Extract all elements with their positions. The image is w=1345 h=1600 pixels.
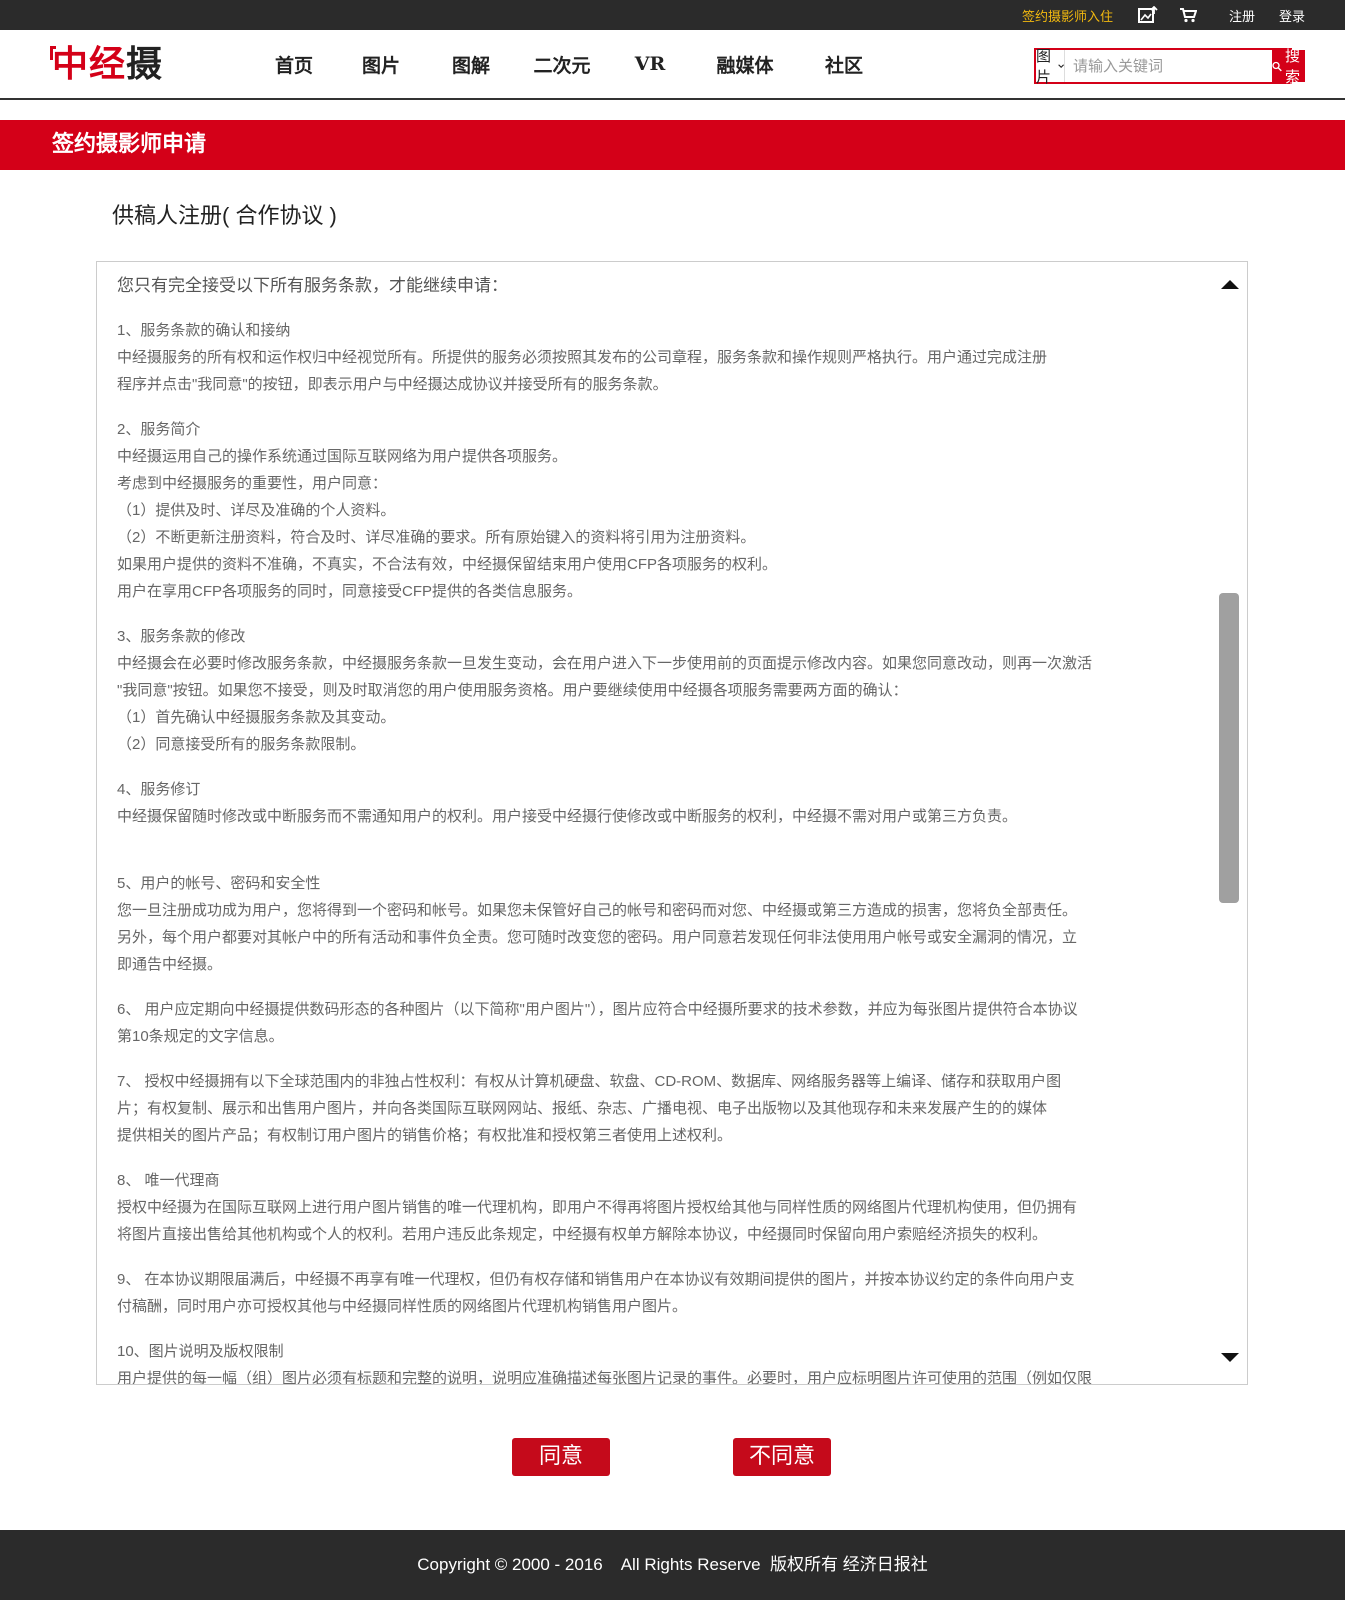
terms-line: （1）提供及时、详尽及准确的个人资料。 <box>117 502 396 519</box>
terms-section: 1、服务条款的确认和接纳 中经摄服务的所有权和运作权归中经视觉所有。所提供的服务… <box>117 317 1167 398</box>
terms-line: 另外，每个用户都要对其帐户中的所有活动和事件负全责。您可随时改变您的密码。用户同… <box>117 929 1078 946</box>
terms-heading: 10、图片说明及版权限制 <box>117 1343 284 1360</box>
terms-section: 10、图片说明及版权限制 用户提供的每一幅（组）图片必须有标题和完整的说明，说明… <box>117 1338 1167 1385</box>
search-category-label: 图片 <box>1036 48 1052 86</box>
terms-line: 中经摄服务的所有权和运作权归中经视觉所有。所提供的服务必须按照其发布的公司章程，… <box>117 349 1048 366</box>
main-nav: 首页 图片 图解 二次元 VR 融媒体 社区 <box>252 30 890 98</box>
nav-item-infographics[interactable]: 图解 <box>426 51 516 78</box>
terms-line: 提供相关的图片产品；有权制订用户图片的销售价格；有权批准和授权第三者使用上述权利… <box>117 1127 733 1144</box>
main-header: 中经摄 首页 图片 图解 二次元 VR 融媒体 社区 图片 搜索 <box>0 30 1345 100</box>
terms-line: （2）同意接受所有的服务条款限制。 <box>117 736 366 753</box>
terms-line: "我同意"按钮。如果您不接受，则及时取消您的用户使用服务资格。用户要继续使用中经… <box>117 682 908 699</box>
page-banner: 签约摄影师申请 <box>0 120 1345 170</box>
terms-line: 中经摄保留随时修改或中断服务而不需通知用户的权利。用户接受中经摄行使修改或中断服… <box>117 808 1018 825</box>
terms-heading: 1、服务条款的确认和接纳 <box>117 322 291 339</box>
terms-heading: 9、 在本协议期限届满后，中经摄不再享有唯一代理权，但仍有权存储和销售用户在本协… <box>117 1271 1075 1288</box>
search-input[interactable] <box>1065 50 1273 82</box>
terms-heading: 2、服务简介 <box>117 421 201 438</box>
terms-section: 7、 授权中经摄拥有以下全球范围内的非独占性权利：有权从计算机硬盘、软盘、CD-… <box>117 1068 1167 1149</box>
terms-section: 9、 在本协议期限届满后，中经摄不再享有唯一代理权，但仍有权存储和销售用户在本协… <box>117 1266 1167 1320</box>
nav-item-community[interactable]: 社区 <box>798 51 890 78</box>
nav-item-media[interactable]: 融媒体 <box>692 51 798 78</box>
terms-line: 将图片直接出售给其他机构或个人的权利。若用户违反此条规定，中经摄有权单方解除本协… <box>117 1226 1048 1243</box>
terms-heading: 6、 用户应定期向中经摄提供数码形态的各种图片（以下简称"用户图片"），图片应符… <box>117 1001 1078 1018</box>
register-link[interactable]: 注册 <box>1229 6 1255 25</box>
scroll-down-arrow-icon[interactable] <box>1221 1353 1239 1362</box>
cart-icon[interactable] <box>1177 6 1199 24</box>
search-button[interactable]: 搜索 <box>1272 48 1306 86</box>
terms-section: 5、用户的帐号、密码和安全性 您一旦注册成功成为用户，您将得到一个密码和帐号。如… <box>117 870 1167 978</box>
agree-button[interactable]: 同意 <box>512 1438 610 1476</box>
terms-heading: 5、用户的帐号、密码和安全性 <box>117 875 321 892</box>
terms-lead: 您只有完全接受以下所有服务条款，才能继续申请： <box>117 276 508 295</box>
nav-item-vr[interactable]: VR <box>608 53 692 75</box>
footer-copyright: Copyright © 2000 - 2016 All Rights Reser… <box>417 1555 928 1574</box>
top-bar: 签约摄影师入住 注册 登录 <box>0 0 1345 30</box>
chevron-down-icon <box>1057 64 1064 69</box>
signed-photographer-link[interactable]: 签约摄影师入住 <box>1022 6 1113 25</box>
terms-heading: 3、服务条款的修改 <box>117 628 246 645</box>
terms-line: 即通告中经摄。 <box>117 956 223 973</box>
search-category-select[interactable]: 图片 <box>1036 48 1066 86</box>
footer: Copyright © 2000 - 2016 All Rights Reser… <box>0 1530 1345 1600</box>
terms-line: 授权中经摄为在国际互联网上进行用户图片销售的唯一代理机构，即用户不得再将图片授权… <box>117 1199 1078 1216</box>
terms-line: 付稿酬，同时用户亦可授权其他与中经摄同样性质的网络图片代理机构销售用户图片。 <box>117 1298 688 1315</box>
terms-line: 第10条规定的文字信息。 <box>117 1028 284 1045</box>
terms-section: 3、服务条款的修改 中经摄会在必要时修改服务条款，中经摄服务条款一旦发生变动，会… <box>117 623 1167 758</box>
site-logo[interactable]: 中经摄 <box>50 42 164 86</box>
scrollbar-thumb[interactable] <box>1219 593 1239 903</box>
terms-heading: 4、服务修订 <box>117 781 201 798</box>
terms-section: 4、服务修订 中经摄保留随时修改或中断服务而不需通知用户的权利。用户接受中经摄行… <box>117 776 1167 830</box>
page-title: 供稿人注册( 合作协议 ) <box>112 203 337 228</box>
terms-line: 考虑到中经摄服务的重要性，用户同意： <box>117 475 388 492</box>
terms-scroll-panel[interactable]: 您只有完全接受以下所有服务条款，才能继续申请： 1、服务条款的确认和接纳 中经摄… <box>96 261 1248 1385</box>
login-link[interactable]: 登录 <box>1279 6 1305 25</box>
search-box: 图片 搜索 <box>1034 48 1306 86</box>
nav-item-images[interactable]: 图片 <box>336 51 426 78</box>
terms-line: 中经摄会在必要时修改服务条款，中经摄服务条款一旦发生变动，会在用户进入下一步使用… <box>117 655 1093 672</box>
search-icon <box>1272 61 1282 71</box>
terms-line: 如果用户提供的资料不准确，不真实，不合法有效，中经摄保留结束用户使用CFP各项服… <box>117 556 778 573</box>
nav-item-home[interactable]: 首页 <box>252 51 336 78</box>
terms-heading: 8、 唯一代理商 <box>117 1172 220 1189</box>
scroll-up-arrow-icon[interactable] <box>1221 280 1239 289</box>
top-links: 签约摄影师入住 注册 登录 <box>1022 0 1317 30</box>
terms-section: 8、 唯一代理商 授权中经摄为在国际互联网上进行用户图片销售的唯一代理机构，即用… <box>117 1167 1167 1248</box>
terms-line: （2）不断更新注册资料，符合及时、详尽准确的要求。所有原始键入的资料将引用为注册… <box>117 529 756 546</box>
terms-line: 片；有权复制、展示和出售用户图片，并向各类国际互联网网站、报纸、杂志、广播电视、… <box>117 1100 1048 1117</box>
terms-line: 中经摄运用自己的操作系统通过国际互联网络为用户提供各项服务。 <box>117 448 568 465</box>
terms-line: 用户提供的每一幅（组）图片必须有标题和完整的说明，说明应准确描述每张图片记录的事… <box>117 1370 1093 1385</box>
upload-image-icon[interactable] <box>1137 6 1159 24</box>
terms-section: 6、 用户应定期向中经摄提供数码形态的各种图片（以下简称"用户图片"），图片应符… <box>117 996 1167 1050</box>
terms-line: 您一旦注册成功成为用户，您将得到一个密码和帐号。如果您未保管好自己的帐号和密码而… <box>117 902 1078 919</box>
terms-line: 程序并点击"我同意"的按钮，即表示用户与中经摄达成协议并接受所有的服务条款。 <box>117 376 668 393</box>
terms-heading: 7、 授权中经摄拥有以下全球范围内的非独占性权利：有权从计算机硬盘、软盘、CD-… <box>117 1073 1062 1090</box>
terms-line: 用户在享用CFP各项服务的同时，同意接受CFP提供的各类信息服务。 <box>117 583 583 600</box>
disagree-button[interactable]: 不同意 <box>733 1438 831 1476</box>
terms-line: （1）首先确认中经摄服务条款及其变动。 <box>117 709 396 726</box>
search-button-label: 搜索 <box>1285 48 1301 86</box>
logo-mark <box>50 46 56 60</box>
logo-text-dark: 摄 <box>126 43 164 85</box>
logo-text-red: 中经 <box>52 43 127 85</box>
terms-content: 您只有完全接受以下所有服务条款，才能继续申请： 1、服务条款的确认和接纳 中经摄… <box>117 262 1167 1385</box>
terms-section: 2、服务简介 中经摄运用自己的操作系统通过国际互联网络为用户提供各项服务。 考虑… <box>117 416 1167 605</box>
nav-item-anime[interactable]: 二次元 <box>516 51 608 78</box>
